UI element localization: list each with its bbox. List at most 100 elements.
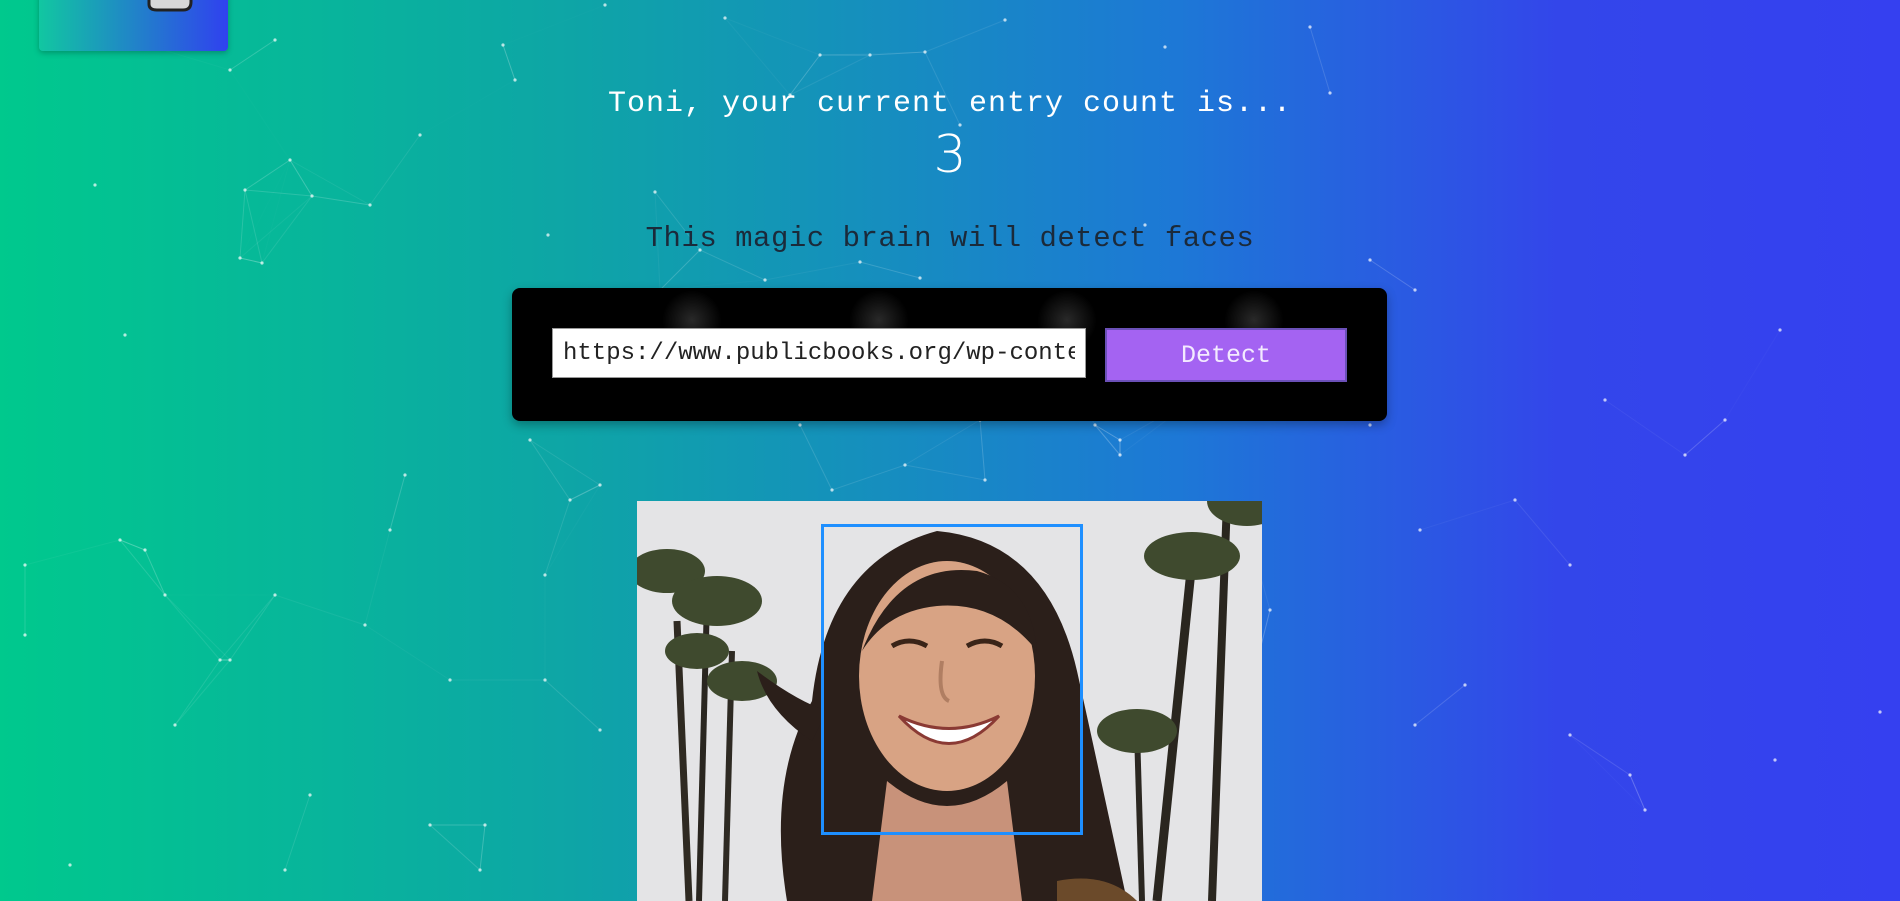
- particle-node: [1308, 25, 1312, 29]
- particle-node: [723, 16, 727, 20]
- particle-node: [283, 868, 287, 872]
- particle-node: [1878, 710, 1882, 714]
- particle-node: [23, 633, 27, 637]
- particle-node: [173, 723, 177, 727]
- particle-link: [904, 464, 986, 481]
- particle-node: [123, 333, 127, 337]
- particle-link: [1569, 734, 1631, 776]
- particle-node: [1268, 608, 1272, 612]
- particle-node: [1628, 773, 1632, 777]
- particle-link: [859, 261, 921, 279]
- particle-link: [764, 261, 861, 281]
- particle-node: [1568, 563, 1572, 567]
- particle-node: [1513, 498, 1517, 502]
- particle-link: [1369, 259, 1416, 291]
- particle-link: [364, 529, 391, 626]
- particle-link: [1629, 774, 1646, 811]
- particle-node: [308, 793, 312, 797]
- particle-node: [858, 260, 862, 264]
- particle-link: [979, 419, 986, 481]
- particle-link: [1309, 26, 1331, 94]
- particle-link: [364, 624, 451, 681]
- particle-link: [1725, 330, 1780, 420]
- particle-node: [483, 823, 487, 827]
- entry-count-greeting: Toni, your current entry count is...: [607, 87, 1293, 121]
- particle-link: [244, 189, 313, 197]
- particle-link: [1419, 499, 1516, 531]
- particle-link: [274, 594, 366, 626]
- particle-node: [1413, 288, 1417, 292]
- particle-node: [653, 190, 657, 194]
- particle-node: [543, 573, 547, 577]
- particle-node: [1003, 18, 1007, 22]
- particle-node: [68, 863, 72, 867]
- particle-link: [119, 539, 166, 596]
- particle-node: [1723, 418, 1727, 422]
- particle-node: [798, 423, 802, 427]
- particle-node: [1643, 808, 1647, 812]
- particle-link: [724, 17, 791, 96]
- particle-link: [229, 39, 276, 71]
- particle-node: [818, 53, 822, 57]
- particle-node: [568, 498, 572, 502]
- particle-link: [164, 594, 221, 661]
- particle-node: [243, 188, 247, 192]
- particle-link: [725, 18, 820, 55]
- particle-link: [544, 499, 571, 576]
- particle-node: [218, 658, 222, 662]
- face-bounding-box: [821, 524, 1083, 835]
- particle-node: [1778, 328, 1782, 332]
- particle-node: [448, 678, 452, 682]
- particle-node: [501, 43, 505, 47]
- particle-node: [403, 473, 407, 477]
- particle-node: [368, 203, 372, 207]
- detect-button[interactable]: Detect: [1105, 328, 1347, 382]
- particle-node: [428, 823, 432, 827]
- particle-node: [923, 50, 927, 54]
- logo[interactable]: [39, 0, 228, 51]
- brain-logo-icon: [147, 0, 193, 12]
- particle-node: [310, 194, 314, 198]
- particle-link: [502, 44, 516, 81]
- particle-node: [388, 528, 392, 532]
- particle-node: [1093, 423, 1097, 427]
- particle-link: [503, 5, 605, 45]
- particle-node: [983, 478, 987, 482]
- particle-node: [598, 483, 602, 487]
- particle-node: [528, 438, 532, 442]
- particle-node: [1603, 398, 1607, 402]
- particle-link: [544, 679, 601, 731]
- particle-link: [659, 249, 701, 291]
- particle-node: [273, 38, 277, 42]
- image-url-input[interactable]: [552, 328, 1086, 378]
- particle-node: [1368, 423, 1372, 427]
- particle-link: [1414, 684, 1466, 726]
- particle-node: [903, 463, 907, 467]
- page-tagline: This magic brain will detect faces: [645, 222, 1255, 255]
- particle-node: [513, 78, 517, 82]
- particle-link: [1514, 499, 1571, 566]
- particle-node: [23, 563, 27, 567]
- particle-link: [24, 539, 121, 566]
- particle-node: [1368, 258, 1372, 262]
- particle-link: [239, 257, 263, 264]
- particle-link: [831, 464, 906, 491]
- particle-node: [363, 623, 367, 627]
- particle-node: [228, 68, 232, 72]
- particle-node: [163, 593, 167, 597]
- particle-node: [1163, 45, 1167, 49]
- particle-link: [229, 594, 276, 661]
- particle-node: [868, 53, 872, 57]
- particle-link: [1094, 424, 1121, 441]
- particle-node: [1773, 758, 1777, 762]
- particle-node: [260, 261, 264, 265]
- particle-node: [763, 278, 767, 282]
- particle-node: [238, 256, 242, 260]
- particle-node: [603, 3, 607, 7]
- particle-node: [543, 678, 547, 682]
- particle-node: [1118, 453, 1122, 457]
- particle-node: [228, 658, 232, 662]
- particle-link: [429, 824, 481, 871]
- particle-node: [1683, 453, 1687, 457]
- particle-link: [144, 549, 166, 596]
